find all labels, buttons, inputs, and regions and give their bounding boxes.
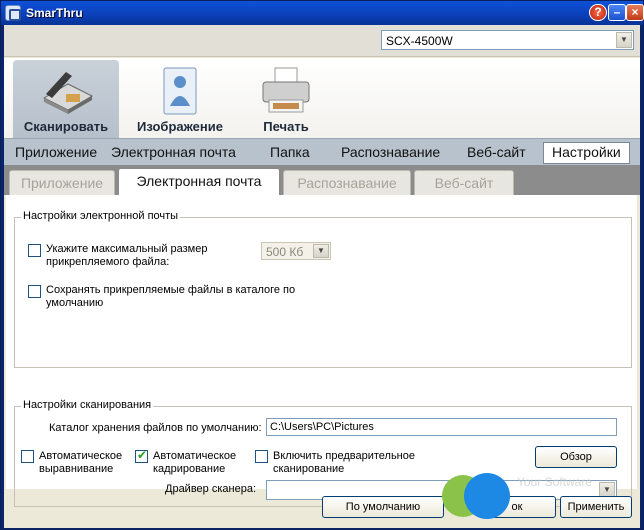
close-button[interactable]: × (626, 4, 644, 21)
browse-button[interactable]: Обзор (535, 446, 617, 468)
auto-align-checkbox[interactable] (21, 450, 34, 463)
smarthru-window: SmarThru ? – × SCX-4500W ▼ Сканировать И… (0, 0, 644, 530)
default-folder-input[interactable]: C:\Users\PC\Pictures (266, 418, 617, 436)
max-size-label: Укажите максимальный размер прикрепляемо… (46, 243, 208, 268)
tab-application[interactable]: Приложение (9, 170, 115, 195)
max-size-select: 500 Кб ▼ (261, 242, 331, 260)
scanner-driver-label: Драйвер сканера: (165, 483, 256, 495)
function-menu: Приложение Электронная почта Папка Распо… (4, 138, 640, 165)
tab-website[interactable]: Веб-сайт (414, 170, 514, 195)
mode-scan-tab[interactable]: Сканировать (13, 60, 119, 138)
scan-settings-group: Настройки сканирования Каталог хранения … (14, 399, 632, 507)
mode-image-tab[interactable]: Изображение (130, 60, 230, 138)
help-button[interactable]: ? (589, 4, 607, 21)
minimize-button[interactable]: – (608, 4, 626, 21)
printer-icon (262, 67, 310, 113)
tab-email[interactable]: Электронная почта (118, 168, 280, 195)
menu-ocr[interactable]: Распознавание (341, 144, 440, 160)
image-icon (163, 67, 197, 115)
app-icon (5, 5, 21, 21)
watermark-logo (442, 473, 512, 521)
menu-website[interactable]: Веб-сайт (467, 144, 526, 160)
title-bar: SmarThru ? – × (1, 1, 644, 25)
save-attachments-label: Сохранять прикрепляемые файлы в каталоге… (46, 284, 296, 309)
device-select-value: SCX-4500W (386, 34, 453, 48)
menu-email[interactable]: Электронная почта (111, 144, 236, 160)
settings-tabs: Приложение Электронная почта Распознаван… (4, 165, 640, 195)
email-settings-legend: Настройки электронной почты (21, 210, 181, 222)
max-size-checkbox[interactable] (28, 244, 41, 257)
menu-folder[interactable]: Папка (270, 144, 310, 160)
tab-ocr[interactable]: Распознавание (283, 170, 411, 195)
mode-image-label: Изображение (137, 119, 223, 134)
auto-crop-label: Автоматическое кадрирование (153, 450, 237, 475)
default-folder-label: Каталог хранения файлов по умолчанию: (49, 422, 262, 434)
watermark-text: Your Software (517, 475, 592, 489)
preview-scan-label: Включить предварительное сканирование (273, 450, 415, 475)
windows-icon (464, 473, 510, 519)
max-size-value: 500 Кб (266, 245, 304, 259)
defaults-button[interactable]: По умолчанию (322, 496, 444, 518)
chevron-down-icon: ▼ (313, 244, 329, 258)
chevron-down-icon[interactable]: ▼ (616, 32, 632, 48)
device-select[interactable]: SCX-4500W ▼ (381, 30, 634, 50)
auto-align-label: Автоматическое выравнивание (39, 450, 123, 475)
device-strip: SCX-4500W ▼ (4, 25, 640, 57)
save-attachments-checkbox[interactable] (28, 285, 41, 298)
mode-print-label: Печать (263, 119, 309, 134)
preview-scan-checkbox[interactable] (255, 450, 268, 463)
auto-crop-checkbox[interactable] (135, 448, 148, 463)
settings-panel: Настройки электронной почты Укажите макс… (6, 195, 637, 507)
menu-settings[interactable]: Настройки (543, 142, 630, 164)
scanner-icon (42, 72, 94, 114)
mode-scan-label: Сканировать (23, 119, 109, 134)
scan-settings-legend: Настройки сканирования (21, 399, 154, 411)
window-title: SmarThru (26, 6, 83, 20)
apply-button[interactable]: Применить (560, 496, 632, 518)
email-settings-group: Настройки электронной почты Укажите макс… (14, 210, 632, 368)
mode-print-tab[interactable]: Печать (244, 60, 328, 138)
client-area: SCX-4500W ▼ Сканировать Изображение Печа… (4, 25, 640, 528)
menu-application[interactable]: Приложение (15, 144, 97, 160)
mode-banner: Сканировать Изображение Печать (4, 58, 640, 138)
